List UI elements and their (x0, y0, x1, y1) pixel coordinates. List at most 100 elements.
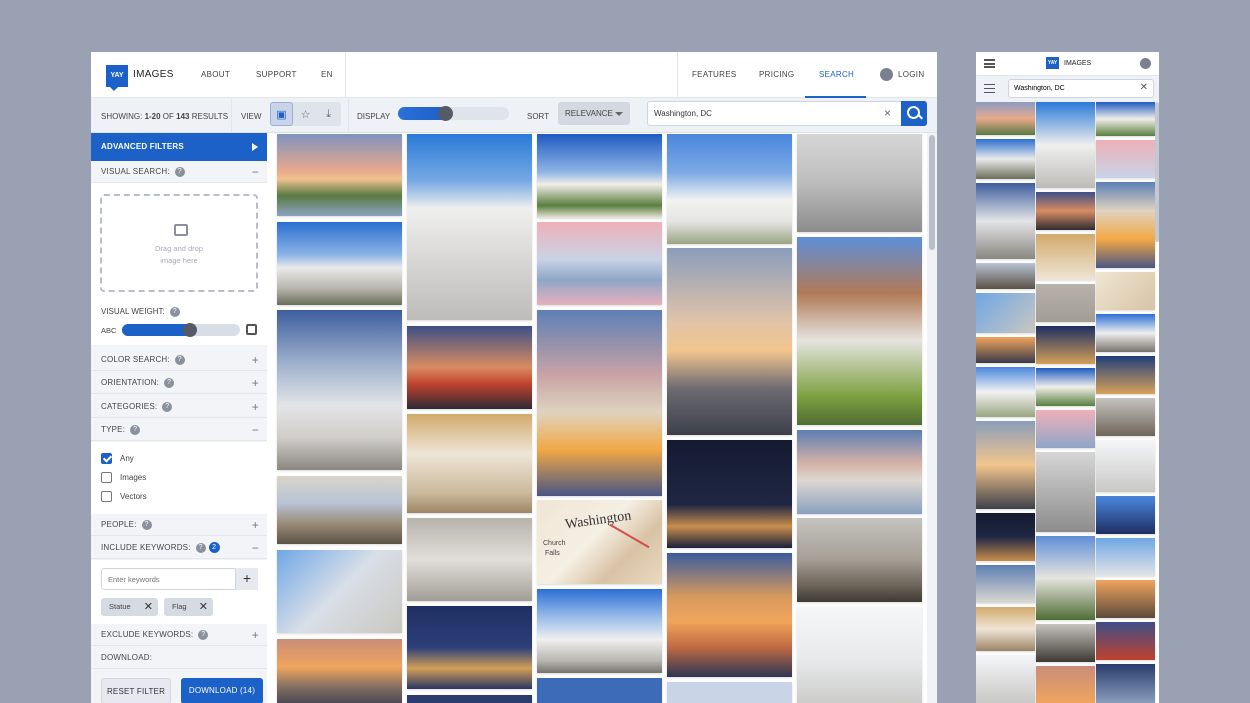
photo-capitol-fog[interactable] (797, 134, 922, 232)
photo-thumb[interactable] (1036, 234, 1095, 280)
photo-peace-monument-capitol[interactable] (277, 310, 402, 470)
clear-search-icon[interactable]: ✕ (1140, 82, 1148, 93)
photo-thumb[interactable] (1036, 666, 1095, 703)
photo-capitol-dusk[interactable] (537, 310, 662, 496)
photo-cherry-blossoms-tidal-basin[interactable] (537, 222, 662, 305)
photo-thumb[interactable] (1096, 496, 1155, 534)
photo-thumb[interactable] (1096, 102, 1155, 136)
reset-filter-button[interactable]: RESET FILTER (101, 678, 171, 703)
photo-monument-sunrise-path[interactable] (667, 248, 792, 435)
view-images-button[interactable]: ▣ (270, 102, 293, 126)
sort-select[interactable]: RELEVANCE (558, 102, 630, 125)
orientation-section[interactable]: ORIENTATION:? + (91, 372, 267, 394)
nav-support-link[interactable]: SUPPORT (256, 70, 297, 79)
photo-mlk-memorial[interactable] (407, 134, 532, 320)
exclude-keywords-section[interactable]: EXCLUDE KEYWORDS:? + (91, 624, 267, 646)
visual-search-section[interactable]: VISUAL SEARCH:? − (91, 161, 267, 183)
results-scrollbar[interactable] (927, 133, 937, 703)
display-slider-handle[interactable] (437, 106, 453, 121)
photo-capitol-lawn[interactable] (537, 134, 662, 218)
photo-thumb[interactable] (1096, 182, 1155, 268)
add-keyword-button[interactable]: + (235, 568, 258, 590)
photo-capitol-reflection[interactable] (797, 430, 922, 514)
photo-thumb[interactable] (1036, 536, 1095, 620)
advanced-filters-toggle[interactable]: ADVANCED FILTERS (91, 133, 267, 161)
scrollbar-thumb[interactable] (929, 135, 935, 250)
photo-thumb[interactable] (1036, 368, 1095, 406)
photo-thumb[interactable] (976, 565, 1035, 603)
photo-thumb[interactable] (976, 102, 1035, 135)
mobile-scrollbar[interactable] (1155, 102, 1159, 242)
photo-capitol-autumn[interactable] (797, 237, 922, 425)
photo-thumb[interactable] (1036, 326, 1095, 364)
photo-thumb[interactable] (976, 183, 1035, 259)
people-section[interactable]: PEOPLE:? + (91, 514, 267, 536)
photo-capitol-sunrise-sky[interactable] (667, 553, 792, 677)
photo-thumb[interactable] (1096, 664, 1155, 703)
type-vectors-checkbox[interactable] (101, 491, 112, 502)
include-keywords-section[interactable]: INCLUDE KEYWORDS:? 2− (91, 537, 267, 559)
photo-partial[interactable] (407, 695, 532, 703)
photo-washington-monument-reflecting-pool[interactable] (277, 134, 402, 216)
photo-capitol-night-aerial[interactable] (407, 606, 532, 689)
photo-thumb[interactable] (976, 293, 1035, 333)
photo-thumb[interactable] (976, 337, 1035, 363)
photo-thumb[interactable] (1036, 410, 1095, 448)
photo-thumb[interactable] (1036, 102, 1095, 188)
photo-thumb[interactable] (1036, 192, 1095, 230)
photo-capitol-blue-sky[interactable] (277, 222, 402, 305)
remove-tag-icon[interactable]: ✕ (144, 598, 153, 616)
weight-slider-handle[interactable] (183, 323, 198, 337)
photo-thumb[interactable] (1036, 284, 1095, 322)
photo-monument-moon[interactable] (667, 440, 792, 548)
photo-thumb[interactable] (976, 139, 1035, 179)
photo-thumb[interactable] (1036, 452, 1095, 532)
type-any-checkbox[interactable] (101, 453, 112, 464)
yay-logo[interactable]: YAY (1046, 57, 1059, 69)
photo-thumb[interactable] (1096, 356, 1155, 394)
nav-login-link[interactable]: LOGIN (898, 70, 924, 79)
photo-thumb[interactable] (1096, 140, 1155, 178)
menu-icon[interactable] (984, 59, 995, 68)
photo-capitol-night-traffic[interactable] (407, 326, 532, 409)
nav-features-link[interactable]: FEATURES (692, 70, 736, 79)
photo-capitol-sunset[interactable] (277, 639, 402, 703)
photo-lincoln-memorial-statue[interactable] (407, 518, 532, 601)
user-icon[interactable] (1140, 58, 1151, 69)
visual-weight-slider[interactable] (122, 323, 240, 337)
clear-search-icon[interactable]: × (884, 106, 891, 120)
photo-white-house[interactable] (667, 134, 792, 244)
color-search-section[interactable]: COLOR SEARCH:? + (91, 349, 267, 371)
categories-section[interactable]: CATEGORIES:? + (91, 396, 267, 418)
view-downloads-button[interactable]: ⤓ (317, 102, 340, 126)
nav-pricing-link[interactable]: PRICING (759, 70, 794, 79)
brand-name[interactable]: IMAGES (133, 69, 174, 80)
type-images-checkbox[interactable] (101, 472, 112, 483)
yay-logo[interactable]: YAY (106, 65, 128, 91)
user-icon[interactable] (880, 68, 893, 81)
photo-thumb[interactable] (976, 513, 1035, 561)
photo-thumb[interactable] (1036, 624, 1095, 662)
photo-washington-map[interactable]: Washington Church Falls (537, 500, 662, 584)
search-button[interactable] (901, 101, 927, 126)
nav-language-link[interactable]: EN (321, 70, 333, 79)
filter-icon[interactable] (984, 84, 995, 93)
photo-pennsylvania-avenue[interactable] (277, 476, 402, 544)
photo-capitol-flag[interactable] (277, 550, 402, 633)
download-button[interactable]: DOWNLOAD (14) (181, 678, 263, 703)
photo-partial[interactable] (667, 682, 792, 703)
mobile-search-input[interactable] (1014, 80, 1134, 97)
photo-thumb[interactable] (1096, 440, 1155, 492)
photo-thumb[interactable] (976, 367, 1035, 417)
keyword-input[interactable] (108, 569, 228, 589)
photo-capitol-dome-white[interactable] (797, 607, 922, 703)
photo-thumb[interactable] (1096, 580, 1155, 618)
display-size-slider[interactable] (398, 106, 509, 121)
type-section[interactable]: TYPE:? − (91, 419, 267, 441)
photo-thumb[interactable] (976, 421, 1035, 509)
search-input[interactable] (654, 102, 874, 125)
nav-search-link[interactable]: SEARCH (819, 70, 854, 79)
photo-thumb[interactable] (1096, 622, 1155, 660)
nav-about-link[interactable]: ABOUT (201, 70, 230, 79)
image-drop-zone[interactable]: Drag and drop image here (100, 194, 258, 292)
